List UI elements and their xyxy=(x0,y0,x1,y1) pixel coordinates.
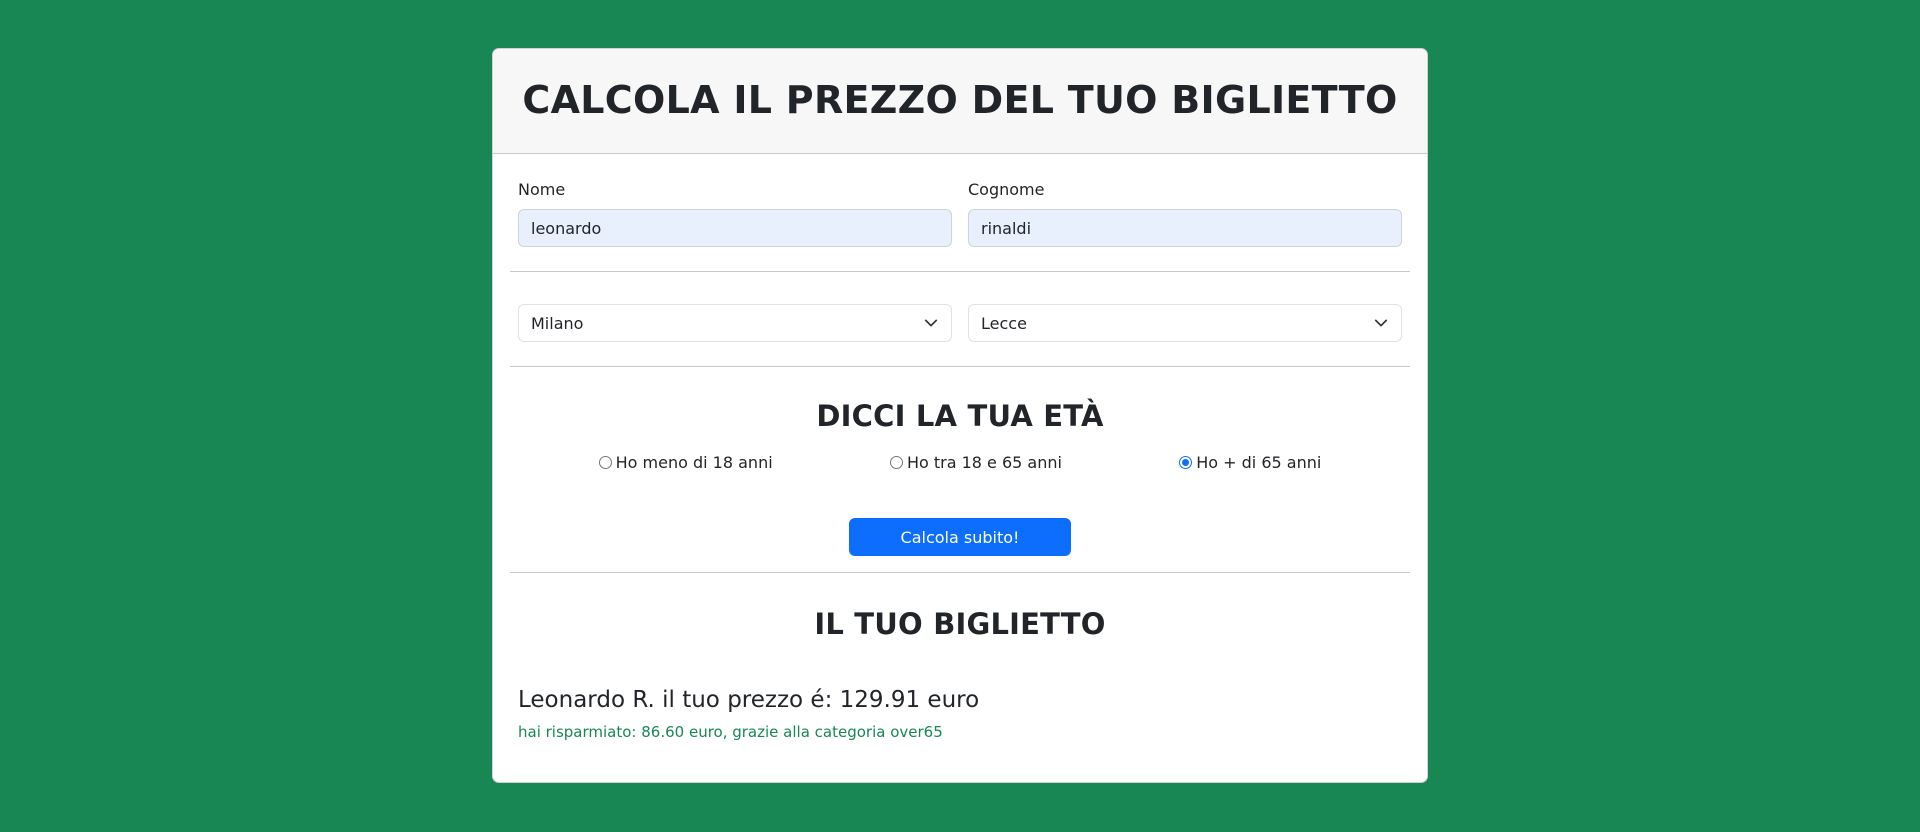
destination-group: Lecce xyxy=(968,304,1402,342)
first-name-group: Nome leonardo xyxy=(518,180,952,247)
ticket-calculator-card: CALCOLA IL PREZZO DEL TUO BIGLIETTO Nome… xyxy=(492,48,1428,783)
destination-selected-value: Lecce xyxy=(981,313,1027,333)
age-option-under-18[interactable]: Ho meno di 18 anni xyxy=(598,453,773,472)
calculate-button[interactable]: Calcola subito! xyxy=(849,518,1071,556)
departure-group: Milano xyxy=(518,304,952,342)
button-wrapper: Calcola subito! xyxy=(510,518,1410,572)
ticket-price: Leonardo R. il tuo prezzo é: 129.91 euro xyxy=(518,687,980,713)
age-section-title: DICCI LA TUA ETÀ xyxy=(816,399,1104,433)
page-title: CALCOLA IL PREZZO DEL TUO BIGLIETTO xyxy=(522,78,1398,122)
first-name-label: Nome xyxy=(518,180,566,199)
age-radio-group: Ho meno di 18 anni Ho tra 18 e 65 anni H… xyxy=(510,453,1410,472)
radio-button-checked[interactable] xyxy=(1179,456,1193,469)
ticket-section: IL TUO BIGLIETTO Leonardo R. il tuo prez… xyxy=(510,573,1410,741)
ticket-savings: hai risparmiato: 86.60 euro, grazie alla… xyxy=(518,723,943,741)
age-option-label: Ho meno di 18 anni xyxy=(615,453,773,472)
last-name-label: Cognome xyxy=(968,180,1045,199)
last-name-group: Cognome rinaldi xyxy=(968,180,1402,247)
ticket-section-title: IL TUO BIGLIETTO xyxy=(814,607,1106,641)
cities-row: Milano Lecce xyxy=(510,272,1410,366)
last-name-value: rinaldi xyxy=(981,218,1032,238)
departure-select[interactable]: Milano xyxy=(518,304,952,342)
first-name-value: leonardo xyxy=(531,218,602,238)
age-section: DICCI LA TUA ETÀ Ho meno di 18 anni Ho t… xyxy=(510,367,1410,572)
destination-select[interactable]: Lecce xyxy=(968,304,1402,342)
chevron-down-icon xyxy=(1373,315,1389,331)
age-option-over-65[interactable]: Ho + di 65 anni xyxy=(1179,453,1321,472)
ticket-result: Leonardo R. il tuo prezzo é: 129.91 euro… xyxy=(510,687,1410,741)
age-option-label: Ho + di 65 anni xyxy=(1196,453,1322,472)
departure-selected-value: Milano xyxy=(531,313,584,333)
age-option-18-65[interactable]: Ho tra 18 e 65 anni xyxy=(889,453,1062,472)
card-body: Nome leonardo Cognome rinaldi Milano Lec… xyxy=(493,154,1427,741)
chevron-down-icon xyxy=(923,315,939,331)
card-header: CALCOLA IL PREZZO DEL TUO BIGLIETTO xyxy=(493,49,1427,154)
age-option-label: Ho tra 18 e 65 anni xyxy=(906,453,1062,472)
radio-button[interactable] xyxy=(889,456,903,469)
radio-button[interactable] xyxy=(598,456,612,469)
first-name-input[interactable]: leonardo xyxy=(518,209,952,247)
last-name-input[interactable]: rinaldi xyxy=(968,209,1402,247)
name-row: Nome leonardo Cognome rinaldi xyxy=(510,154,1410,271)
